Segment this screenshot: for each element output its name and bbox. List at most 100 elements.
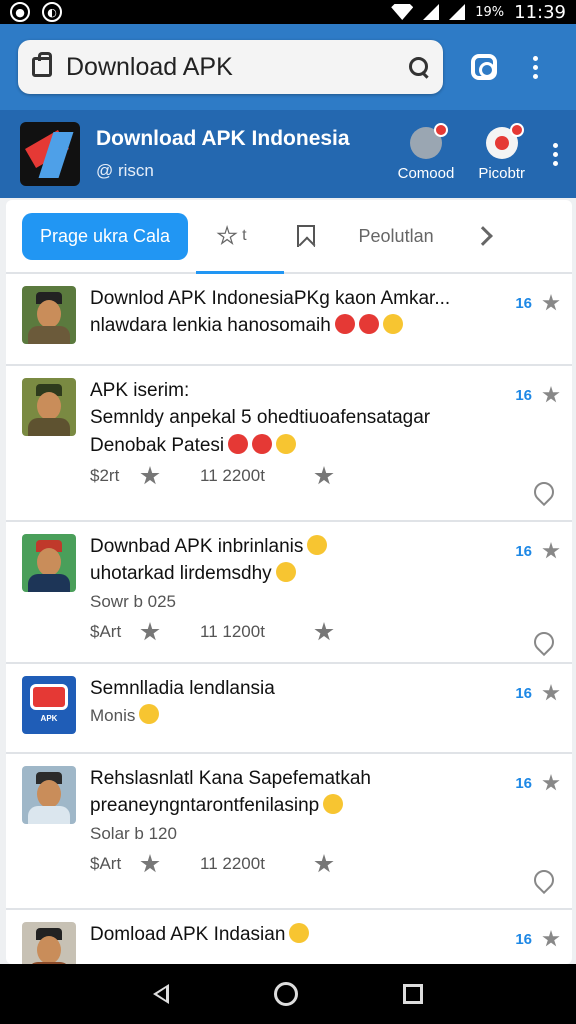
share-icon[interactable]: [314, 622, 334, 641]
tab-active[interactable]: Prage ukra Cala: [22, 212, 189, 260]
list-item[interactable]: Downlod APK IndonesiaPKg kaon Amkar... n…: [6, 274, 572, 366]
like-count[interactable]: 16: [515, 295, 532, 312]
browser-menu-icon[interactable]: [533, 55, 538, 79]
header-action-2-label: Picobtr: [478, 164, 525, 182]
item-right: 16: [515, 542, 560, 560]
favorite-star-icon[interactable]: [542, 542, 560, 559]
signal-icon-2: [449, 4, 466, 20]
chevron-right-icon[interactable]: [472, 226, 493, 246]
item-right: 16: [515, 684, 560, 702]
emoji-icon: [289, 923, 310, 943]
url-text[interactable]: Download APK: [66, 53, 409, 82]
favorite-star-icon[interactable]: [542, 930, 560, 947]
favorite-star-icon[interactable]: [542, 294, 560, 311]
favorite-star-icon[interactable]: [542, 386, 560, 403]
avatar: [22, 286, 76, 344]
item-right: 16: [515, 774, 560, 792]
tab-text[interactable]: Peolutlan: [359, 226, 434, 247]
list-item[interactable]: APK Semnlladia lendlansia Monis 16: [6, 664, 572, 754]
recent-apps-icon[interactable]: [403, 984, 424, 1004]
item-right: 16: [515, 294, 560, 312]
item-meta: Solar b 120: [90, 824, 177, 843]
item-date: 11 2200t: [200, 466, 265, 485]
emoji-icon: [382, 314, 403, 334]
item-actions: $2rt 11 2200t: [90, 466, 572, 486]
tab-favorites-label: t: [242, 227, 247, 244]
camera-icon[interactable]: [471, 54, 497, 80]
item-date: 11 1200t: [200, 622, 265, 641]
item-body: Semnlladia lendlansia Monis: [90, 676, 572, 752]
avatar: [22, 534, 76, 592]
star-icon[interactable]: [140, 854, 160, 873]
browser-toolbar: Download APK: [0, 24, 576, 110]
like-count[interactable]: 16: [515, 775, 532, 792]
star-icon: [216, 225, 238, 246]
url-bar[interactable]: Download APK: [18, 40, 443, 94]
item-line: uhotarkad lirdemsdhy: [90, 560, 572, 588]
item-title: Semnlladia lendlansia: [90, 678, 275, 699]
status-left: ● ◐: [10, 2, 62, 22]
wifi-icon: [391, 4, 414, 20]
bookmark-icon[interactable]: [296, 225, 315, 247]
star-icon[interactable]: [140, 622, 160, 641]
header-action-1[interactable]: Comood: [397, 122, 455, 182]
star-icon[interactable]: [140, 466, 160, 485]
app-logo: [20, 122, 80, 186]
shopping-bag-icon: [32, 52, 52, 77]
clock: 11:39: [514, 1, 566, 23]
list-item[interactable]: Downbad APK inbrinlanis uhotarkad lirdem…: [6, 522, 572, 664]
content-card: Prage ukra Cala t Peolutlan Downlod APK …: [6, 200, 572, 964]
signal-icon: [423, 4, 440, 20]
app-title: Download APK Indonesia: [96, 127, 350, 150]
favorite-star-icon[interactable]: [542, 774, 560, 791]
list-item[interactable]: APK iserim: Semnldy anpekal 5 ohedtiuoaf…: [6, 366, 572, 522]
item-body: APK iserim: Semnldy anpekal 5 ohedtiuoaf…: [90, 378, 572, 520]
favorite-star-icon[interactable]: [542, 684, 560, 701]
item-body: Downlod APK IndonesiaPKg kaon Amkar... n…: [90, 286, 572, 364]
item-title: Downlod APK IndonesiaPKg kaon Amkar...: [90, 288, 451, 309]
emoji-icon: [139, 704, 160, 724]
share-icon[interactable]: [314, 854, 334, 873]
emoji-icon: [334, 314, 355, 334]
avatar-app: APK: [22, 676, 76, 734]
app-menu-icon[interactable]: [553, 142, 558, 166]
emoji-icon: [323, 794, 344, 814]
search-icon[interactable]: [409, 57, 429, 77]
avatar: [22, 766, 76, 824]
avatar: [22, 378, 76, 436]
back-icon[interactable]: [152, 984, 169, 1004]
tab-favorites[interactable]: t: [216, 225, 247, 247]
header-action-2[interactable]: Picobtr: [478, 122, 525, 182]
item-line-2: Denobak Patesi: [90, 432, 572, 460]
status-bar: ● ◐ 19% 11:39: [0, 0, 576, 24]
app-title-block: Download APK Indonesia @ riscn: [96, 127, 374, 181]
home-icon[interactable]: [273, 982, 298, 1006]
list-item[interactable]: Domload APK Indasian 16: [6, 910, 572, 964]
alert-icon: [485, 122, 524, 159]
emoji-icon: [228, 434, 249, 454]
like-count[interactable]: 16: [515, 931, 532, 948]
header-action-1-label: Comood: [397, 164, 455, 182]
item-title: APK iserim:: [90, 380, 190, 401]
like-count[interactable]: 16: [515, 685, 532, 702]
like-count[interactable]: 16: [515, 387, 532, 404]
emoji-icon: [252, 434, 273, 454]
notification-icon: ●: [10, 2, 30, 22]
app-header: Download APK Indonesia @ riscn Comood Pi…: [0, 110, 576, 198]
item-meta: Monis: [90, 702, 572, 730]
emoji-icon: [276, 434, 297, 454]
item-meta: Sowr b 025: [90, 592, 176, 611]
item-count: $2rt: [90, 466, 120, 485]
notification-icon-2: ◐: [42, 2, 62, 22]
item-line: preaneyngntarontfenilasinp: [90, 792, 572, 820]
settings-icon: [409, 122, 448, 159]
list-item[interactable]: Rehslasnlatl Kana Sapefematkah preaneyng…: [6, 754, 572, 910]
item-title: Domload APK Indasian: [90, 922, 572, 948]
like-count[interactable]: 16: [515, 543, 532, 560]
item-actions: $Art 11 2200t: [90, 854, 572, 874]
item-title: Rehslasnlatl Kana Sapefematkah: [90, 768, 371, 789]
status-right: 19% 11:39: [391, 2, 566, 23]
emoji-icon: [275, 562, 296, 582]
share-icon[interactable]: [314, 466, 334, 485]
item-date: 11 2200t: [200, 854, 265, 873]
